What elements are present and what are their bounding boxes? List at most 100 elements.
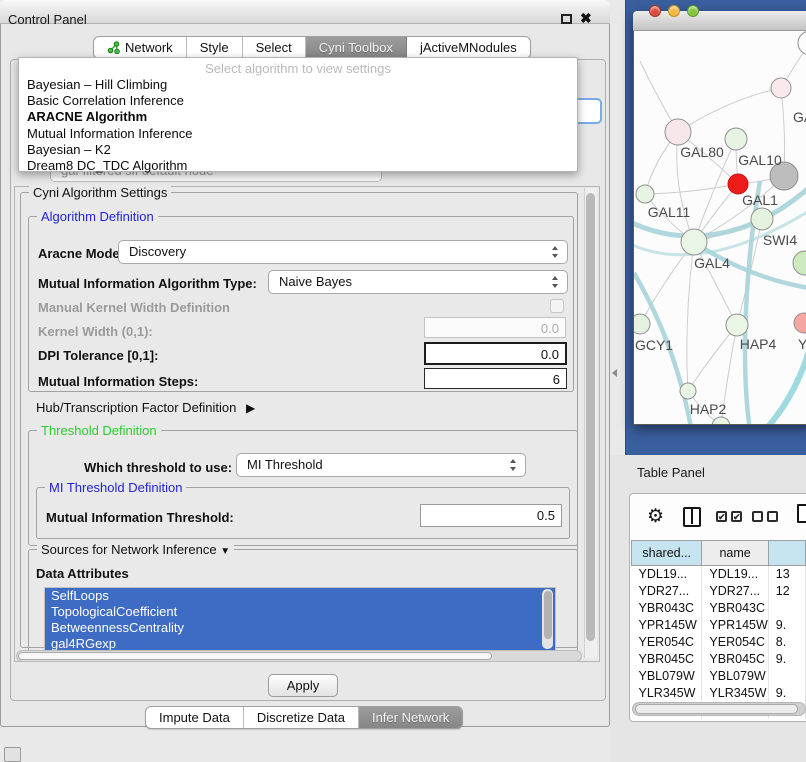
sources-title: Sources for Network Inference ▼ bbox=[37, 542, 234, 557]
node-label-gal80: GAL80 bbox=[680, 144, 724, 160]
close-traffic-light-icon[interactable] bbox=[649, 5, 661, 17]
collapsed-panel-button[interactable] bbox=[4, 747, 21, 762]
table-horizontal-scrollbar-thumb[interactable] bbox=[635, 704, 798, 714]
node-label-gal11: GAL11 bbox=[648, 204, 691, 220]
network-node-gal1[interactable] bbox=[728, 174, 748, 194]
column-header[interactable]: name bbox=[702, 541, 768, 566]
column-layout-icon[interactable] bbox=[683, 507, 701, 527]
table-cell: 8. bbox=[768, 634, 805, 651]
node-label-gcy1: GCY1 bbox=[635, 337, 673, 353]
close-icon[interactable]: ✖ bbox=[580, 10, 592, 27]
algorithm-option[interactable]: Bayesian – Hill Climbing bbox=[19, 77, 577, 93]
algorithm-option[interactable]: Mutual Information Inference bbox=[19, 126, 577, 142]
attribute-list-item[interactable]: TopologicalCoefficient bbox=[45, 604, 555, 620]
table-row[interactable]: YBR045CYBR045C9. bbox=[632, 651, 806, 668]
node-attribute-table[interactable]: shared...name YDL19...YDL19...13YDR27...… bbox=[631, 540, 806, 719]
mi-steps-input[interactable]: 6 bbox=[424, 368, 567, 389]
splitter-collapse-icon[interactable] bbox=[612, 369, 617, 377]
attribute-list-item[interactable]: SelfLoops bbox=[45, 588, 555, 604]
collapse-down-icon[interactable]: ▼ bbox=[220, 546, 230, 557]
combo-stepper-icon bbox=[552, 276, 559, 288]
tab-select[interactable]: Select bbox=[243, 37, 306, 58]
algorithm-option[interactable]: ARACNE Algorithm bbox=[19, 109, 577, 125]
minimize-traffic-light-icon[interactable] bbox=[668, 5, 680, 17]
table-cell: 13 bbox=[768, 566, 805, 583]
manual-kernel-checkbox[interactable] bbox=[550, 299, 564, 313]
data-attributes-list[interactable]: SelfLoopsTopologicalCoefficientBetweenne… bbox=[44, 587, 556, 651]
control-panel-tabs: NetworkStyleSelectCyni ToolboxjActiveMNo… bbox=[93, 36, 531, 59]
network-node-node-pink-right[interactable] bbox=[794, 313, 806, 333]
which-threshold-combo[interactable]: MI Threshold bbox=[236, 453, 526, 477]
network-node-gal80[interactable] bbox=[665, 119, 691, 145]
tab-discretize-data[interactable]: Discretize Data bbox=[244, 707, 359, 728]
table-header[interactable]: shared...name bbox=[632, 541, 806, 566]
attributes-list-scrollbar-thumb[interactable] bbox=[544, 591, 552, 639]
deselect-all-checkbox-icon[interactable] bbox=[767, 511, 778, 522]
aracne-mode-combo[interactable]: Discovery bbox=[118, 240, 568, 264]
node-label-cut: GAL bbox=[793, 109, 806, 125]
select-all-checkbox-icon[interactable]: ✔ bbox=[731, 511, 742, 522]
network-canvas[interactable]: GAL80GAL10GAL1GAL11SWI4GAL4GCY1HAP4YHAP2… bbox=[634, 31, 806, 424]
column-header[interactable] bbox=[768, 541, 805, 566]
network-node-node-pink-top[interactable] bbox=[771, 78, 791, 98]
table-row[interactable]: YER054CYER054C8. bbox=[632, 634, 806, 651]
node-label-swi4: SWI4 bbox=[763, 232, 797, 248]
network-node-node-cut-top[interactable] bbox=[798, 31, 806, 55]
mi-threshold-input[interactable]: 0.5 bbox=[420, 504, 562, 527]
tab-cyni-toolbox[interactable]: Cyni Toolbox bbox=[306, 37, 407, 58]
network-node-swi4[interactable] bbox=[751, 208, 773, 230]
network-node-gal4[interactable] bbox=[681, 229, 707, 255]
dpi-tolerance-input[interactable]: 0.0 bbox=[424, 342, 567, 365]
table-cell: YBR045C bbox=[702, 651, 768, 668]
select-all-checkbox-icon[interactable]: ✔ bbox=[716, 511, 727, 522]
which-threshold-label: Which threshold to use: bbox=[84, 460, 232, 475]
table-row[interactable]: YDR27...YDR27...12 bbox=[632, 583, 806, 600]
network-node-node-green-right[interactable] bbox=[793, 251, 806, 275]
zoom-traffic-light-icon[interactable] bbox=[687, 5, 699, 17]
table-cell: 12 bbox=[768, 583, 805, 600]
table-panel-title: Table Panel bbox=[637, 465, 705, 480]
network-node-node-cut-bottom[interactable] bbox=[712, 417, 730, 424]
tab-network[interactable]: Network bbox=[94, 37, 187, 58]
column-header[interactable]: shared... bbox=[632, 541, 702, 566]
table-row[interactable]: YPR145WYPR145W9. bbox=[632, 617, 806, 634]
settings-vertical-scrollbar-thumb[interactable] bbox=[586, 193, 595, 641]
algorithm-option[interactable]: Basic Correlation Inference bbox=[19, 93, 577, 109]
control-panel-titlebar[interactable] bbox=[0, 0, 610, 24]
table-row[interactable]: YBR043CYBR043C bbox=[632, 600, 806, 617]
network-node-gal11[interactable] bbox=[636, 185, 654, 203]
tab-infer-network[interactable]: Infer Network bbox=[359, 707, 462, 728]
network-node-hap4[interactable] bbox=[726, 314, 748, 336]
algorithm-option[interactable]: Dream8 DC_TDC Algorithm bbox=[19, 158, 577, 174]
table-cell: YLR345W bbox=[702, 685, 768, 702]
attributes-list-scrollbar[interactable] bbox=[542, 589, 553, 649]
hub-definition-expander[interactable]: Hub/Transcription Factor Definition ▶ bbox=[36, 400, 255, 415]
table-row[interactable]: YDL19...YDL19...13 bbox=[632, 566, 806, 583]
settings-gear-icon[interactable]: ⚙ bbox=[647, 505, 664, 528]
algorithm-dropdown-placeholder: Select algorithm to view settings bbox=[19, 60, 577, 77]
table-row[interactable]: YLR345WYLR345W9. bbox=[632, 685, 806, 702]
tab-impute-data[interactable]: Impute Data bbox=[146, 707, 244, 728]
kernel-width-input[interactable]: 0.0 bbox=[424, 317, 566, 338]
tab-jactivemnodules[interactable]: jActiveMNodules bbox=[407, 37, 530, 58]
algorithm-dropdown-list: Bayesian – Hill ClimbingBasic Correlatio… bbox=[19, 77, 577, 174]
apply-button[interactable]: Apply bbox=[268, 674, 338, 697]
settings-horizontal-scrollbar-thumb[interactable] bbox=[18, 652, 492, 660]
table-cell: YDR27... bbox=[632, 583, 702, 600]
table-rows[interactable]: YDL19...YDL19...13YDR27...YDR27...12YBR0… bbox=[632, 566, 806, 719]
tab-style[interactable]: Style bbox=[187, 37, 243, 58]
network-edge bbox=[645, 184, 738, 194]
import-table-icon[interactable] bbox=[797, 504, 806, 523]
mi-algorithm-type-combo[interactable]: Naive Bayes bbox=[268, 270, 568, 294]
attribute-list-item[interactable]: gal4RGexp bbox=[45, 636, 555, 651]
algorithm-option[interactable]: Bayesian – K2 bbox=[19, 142, 577, 158]
float-window-icon[interactable] bbox=[561, 14, 572, 24]
table-row[interactable]: YBL079WYBL079W bbox=[632, 668, 806, 685]
network-node-hap2[interactable] bbox=[680, 383, 696, 399]
deselect-all-checkbox-icon[interactable] bbox=[752, 511, 763, 522]
network-node-node-green-top[interactable] bbox=[725, 128, 747, 150]
attribute-list-item[interactable]: BetweennessCentrality bbox=[45, 620, 555, 636]
table-cell: YDL19... bbox=[702, 566, 768, 583]
network-node-gcy1[interactable] bbox=[634, 314, 650, 334]
mi-type-label: Mutual Information Algorithm Type: bbox=[38, 276, 257, 291]
